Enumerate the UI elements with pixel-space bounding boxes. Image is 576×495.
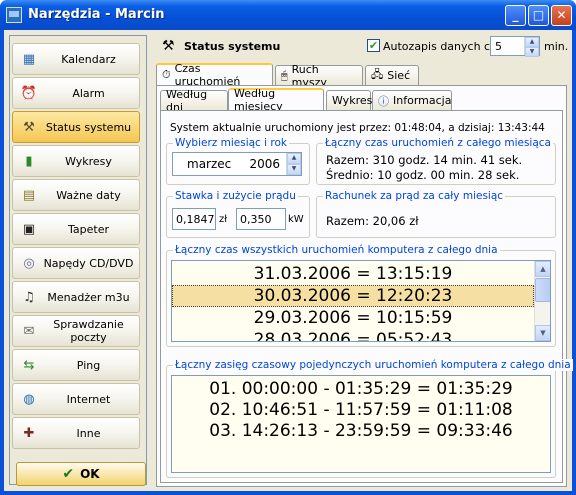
rate-unit: zł — [219, 214, 228, 225]
client-area: ▦ Kalendarz ⏰ Alarm ⚒ Status systemu ▮ Wykresy ▤… — [4, 30, 573, 491]
bar-chart-icon: ▮ — [25, 153, 33, 169]
spin-down-button[interactable]: ▼ — [525, 47, 539, 57]
sidebar-item-label: Status systemu — [45, 120, 132, 134]
daily-list-label: Łączny czas wszystkich uruchomień komput… — [173, 244, 500, 256]
spin-up-button[interactable]: ▲ — [287, 153, 301, 164]
autosave-interval-spinner[interactable]: 5 ▲ ▼ — [490, 36, 540, 57]
tab-wedlug-dni[interactable]: Według dni — [160, 88, 228, 114]
notepad-icon: ▤ — [22, 187, 36, 203]
tab-wedlug-miesiecy[interactable]: Według miesięcy — [228, 87, 324, 113]
status-line: System aktualnie uruchomiony jest przez:… — [170, 122, 545, 134]
maximize-button[interactable]: □ — [528, 5, 549, 26]
tab-informacja[interactable]: ⓘ Informacja — [372, 90, 452, 110]
year-value[interactable]: 2006 — [249, 157, 280, 171]
range-row[interactable]: 03. 14:26:13 - 23:59:59 = 09:33:46 — [172, 421, 550, 442]
month-value[interactable]: marzec — [187, 157, 231, 171]
minimize-button[interactable]: _ — [505, 5, 526, 26]
sidebar-item-label: Tapeter — [68, 222, 109, 236]
sidebar-item-inne[interactable]: ✚ Inne — [12, 417, 140, 449]
scroll-up-button[interactable]: ▲ — [535, 261, 550, 277]
app-window: Narzędzia - Marcin _ □ ✕ ▦ Kalendarz ⏰ Alar… — [0, 0, 576, 495]
rate-label: Stawka i zużycie prądu — [173, 190, 298, 202]
alarm-clock-icon: ⏰ — [20, 85, 38, 101]
sidebar-item-label: Internet — [66, 392, 111, 406]
sidebar-item-nap-dy-cd-dvd[interactable]: ◎ Napędy CD/DVD — [12, 247, 140, 279]
daily-list-row[interactable]: 28.03.2006 = 05:52:43 — [172, 329, 534, 341]
tab-wykres[interactable]: Wykres — [326, 90, 372, 110]
total-month-label: Łączny czas uruchomień z całego miesiąca — [323, 137, 553, 149]
power-input[interactable]: 0,350 — [236, 208, 286, 230]
daily-list-row[interactable]: 29.03.2006 = 10:15:59 — [172, 307, 534, 329]
sidebar-item-wa-ne-daty[interactable]: ▤ Ważne daty — [12, 179, 140, 211]
sidebar-item-ping[interactable]: ⇆ Ping — [12, 349, 140, 381]
tools-icon: ⚒ — [162, 38, 175, 54]
ranges-list[interactable]: 01. 00:00:00 - 01:35:29 = 01:35:29 02. 10… — [171, 375, 551, 473]
tools-icon: ⚒ — [23, 119, 35, 135]
daily-list[interactable]: 31.03.2006 = 13:15:19 30.03.2006 = 12:20:… — [171, 260, 551, 342]
app-icon — [6, 7, 22, 23]
tab-ruch-myszy[interactable]: 🖱 Ruch myszy — [275, 63, 363, 89]
envelope-icon: ✉ — [23, 323, 35, 339]
info-icon: ⓘ — [378, 94, 389, 108]
sidebar-item-sprawdzanie-poczty[interactable]: ✉ Sprawdzanie poczty — [12, 315, 140, 347]
title-bar[interactable]: Narzędzia - Marcin _ □ ✕ — [0, 0, 576, 30]
sidebar-item-alarm[interactable]: ⏰ Alarm — [12, 77, 140, 109]
network-icon: 🖧 — [371, 68, 384, 81]
daily-list-row[interactable]: 31.03.2006 = 13:15:19 — [172, 263, 534, 285]
close-button[interactable]: ✕ — [551, 5, 572, 26]
sidebar-item-internet[interactable]: ◍ Internet — [12, 383, 140, 415]
mouse-icon: 🖱 — [281, 68, 288, 82]
autosave-unit: min. — [544, 40, 569, 53]
tab-czas-uruchomien[interactable]: ⏱ Czas uruchomień — [156, 62, 273, 88]
autosave-label: Autozapis danych co — [383, 40, 497, 53]
sidebar-item-kalendarz[interactable]: ▦ Kalendarz — [12, 43, 140, 75]
power-unit: kW — [288, 214, 304, 225]
sidebar-item-tapeter[interactable]: ▣ Tapeter — [12, 213, 140, 245]
sidebar-item-label: Kalendarz — [61, 52, 116, 66]
total-month-average: Średnio: 10 godz. 00 min. 28 sek. — [326, 168, 520, 182]
bill-label: Rachunek za prąd za cały miesiąc — [323, 190, 506, 202]
window-title: Narzędzia - Marcin — [28, 7, 165, 22]
sidebar-item-status-systemu[interactable]: ⚒ Status systemu — [12, 111, 140, 143]
ping-icon: ⇆ — [23, 357, 35, 373]
total-month-sum: Razem: 310 godz. 14 min. 41 sek. — [326, 153, 523, 167]
cd-icon: ◎ — [23, 255, 35, 271]
range-row[interactable]: 02. 10:46:51 - 11:57:59 = 01:11:08 — [172, 400, 550, 421]
sidebar-item-label: Inne — [76, 426, 101, 440]
ok-label: OK — [80, 467, 100, 481]
spin-up-button[interactable]: ▲ — [525, 37, 539, 47]
checkmark-icon: ✔ — [62, 466, 75, 482]
sidebar-item-label: Napędy CD/DVD — [43, 256, 134, 270]
sidebar-item-label: Sprawdzanie poczty — [53, 318, 124, 344]
range-row[interactable]: 01. 00:00:00 - 01:35:29 = 01:35:29 — [172, 379, 550, 400]
rate-input[interactable]: 0,1847 — [172, 208, 216, 230]
clock-icon: ⏱ — [162, 68, 171, 81]
calendar-icon: ▦ — [22, 51, 36, 67]
scroll-down-button[interactable]: ▼ — [535, 325, 550, 341]
monitor-icon: ▣ — [22, 221, 36, 237]
playlist-icon: ♫ — [23, 289, 35, 305]
autosave-checkbox[interactable]: ✔ — [367, 39, 380, 52]
scroll-thumb[interactable] — [535, 278, 550, 302]
spin-down-button[interactable]: ▼ — [287, 164, 301, 175]
sidebar-item-menad-er-m3u[interactable]: ♫ Menadżer m3u — [12, 281, 140, 313]
sidebar-item-label: Ping — [76, 358, 101, 372]
ranges-label: Łączny zasięg czasowy pojedynczych uruch… — [173, 359, 573, 371]
daily-list-scrollbar[interactable]: ▲ ▼ — [534, 261, 550, 341]
sidebar-item-wykresy[interactable]: ▮ Wykresy — [12, 145, 140, 177]
sidebar-item-label: Wykresy — [65, 154, 112, 168]
month-year-spinner[interactable]: marzec 2006 ▲ ▼ — [172, 152, 302, 176]
autosave-interval-value[interactable]: 5 — [491, 37, 524, 55]
sidebar-item-label: Menadżer m3u — [47, 290, 130, 304]
month-select-label: Wybierz miesiąc i rok — [173, 137, 290, 149]
tab-siec[interactable]: 🖧 Sieć — [365, 65, 419, 85]
sidebar-item-label: Alarm — [72, 86, 105, 100]
ok-button[interactable]: ✔ OK — [16, 462, 146, 486]
page-title: Status systemu — [184, 40, 281, 53]
bill-value: Razem: 20,06 zł — [326, 214, 419, 228]
globe-icon: ◍ — [23, 391, 35, 407]
wrench-icon: ✚ — [23, 425, 35, 441]
sidebar-item-label: Ważne daty — [56, 188, 121, 202]
daily-list-row[interactable]: 30.03.2006 = 12:20:23 — [172, 285, 534, 307]
